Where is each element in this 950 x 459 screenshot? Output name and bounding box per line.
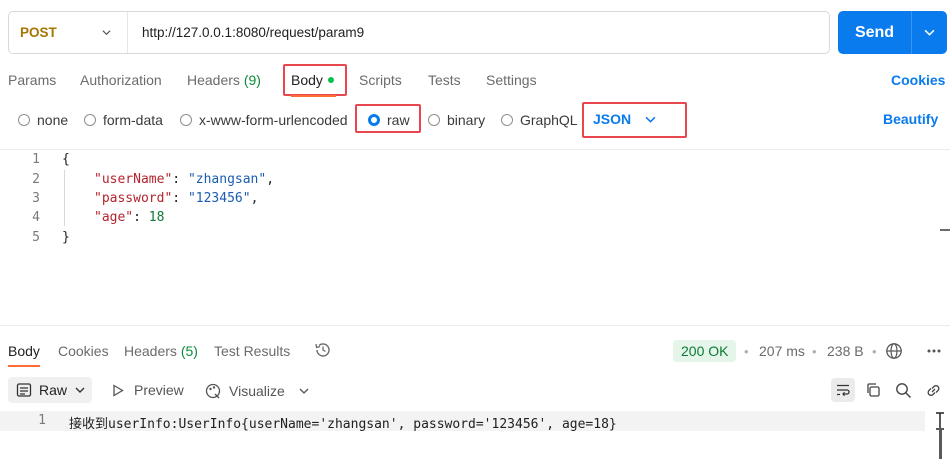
beautify-button[interactable]: Beautify [883, 111, 938, 127]
radio-circle-selected [368, 114, 380, 126]
tab-body[interactable]: Body [291, 72, 334, 90]
response-body-text[interactable]: 接收到userInfo:UserInfo{userName='zhangsan'… [69, 413, 617, 432]
cookies-link[interactable]: Cookies [891, 72, 945, 88]
radio-circle [18, 114, 30, 126]
response-tab-test-results[interactable]: Test Results [214, 343, 290, 359]
code-line: 4 "age": 18 [32, 210, 165, 225]
search-icon [895, 382, 911, 398]
copy-button[interactable] [861, 378, 885, 402]
globe-icon[interactable] [885, 342, 903, 363]
request-bar: POST http://127.0.0.1:8080/request/param… [8, 11, 830, 54]
copy-icon [867, 383, 880, 397]
radio-circle [84, 114, 96, 126]
history-icon[interactable] [314, 341, 332, 362]
status-badge[interactable]: 200 OK [673, 340, 737, 362]
method-label: POST [20, 25, 57, 40]
format-select[interactable]: JSON [593, 111, 656, 127]
response-time[interactable]: 207 ms [759, 343, 805, 359]
tab-params[interactable]: Params [8, 72, 56, 90]
headers-count: (9) [243, 72, 261, 88]
send-button[interactable]: Send [838, 11, 947, 54]
response-tab-body[interactable]: Body [8, 343, 40, 359]
response-headers-count: (5) [180, 343, 198, 359]
format-select-label: JSON [593, 111, 632, 127]
tab-tests[interactable]: Tests [428, 72, 461, 90]
link-icon [927, 384, 939, 396]
response-active-tab-underline [8, 365, 40, 367]
chevron-down-icon [102, 30, 111, 36]
radio-x-www-form-urlencoded[interactable]: x-www-form-urlencoded [180, 111, 348, 129]
visualize-button[interactable]: Visualize [204, 382, 309, 400]
indent-guide [64, 170, 65, 226]
meta-separator: • [812, 344, 817, 359]
radio-form-data[interactable]: form-data [84, 111, 163, 129]
chevron-down-icon [924, 29, 935, 36]
response-line-number: 1 [38, 413, 46, 428]
send-options-button[interactable] [912, 27, 947, 38]
view-mode-select[interactable]: Raw [8, 377, 92, 403]
visualize-icon [205, 383, 221, 399]
meta-separator: • [744, 344, 749, 359]
chevron-down-icon [299, 388, 309, 394]
raw-view-icon [16, 383, 32, 397]
link-button[interactable] [921, 378, 945, 402]
tab-headers[interactable]: Headers (9) [187, 72, 261, 90]
tab-settings[interactable]: Settings [486, 72, 537, 90]
response-tab-cookies[interactable]: Cookies [58, 343, 109, 359]
editor-scroll-marker[interactable] [940, 229, 950, 231]
wrap-lines-icon [837, 384, 850, 397]
radio-binary[interactable]: binary [428, 111, 485, 129]
radio-raw[interactable]: raw [368, 111, 410, 129]
meta-separator: • [872, 344, 877, 359]
response-size[interactable]: 238 B [827, 343, 864, 359]
play-icon [113, 383, 124, 397]
code-line: 1 { [32, 152, 70, 167]
send-label: Send [854, 23, 895, 41]
body-modified-dot [327, 77, 334, 83]
method-select[interactable]: POST [9, 12, 128, 53]
tab-scripts[interactable]: Scripts [359, 72, 402, 90]
preview-button[interactable]: Preview [112, 382, 184, 398]
code-line: 2 "userName": "zhangsan", [32, 172, 275, 187]
chevron-down-icon [645, 116, 656, 123]
radio-circle [428, 114, 440, 126]
wrap-lines-button[interactable] [831, 378, 855, 402]
tab-authorization[interactable]: Authorization [80, 72, 162, 90]
chevron-down-icon [75, 387, 85, 393]
url-input[interactable]: http://127.0.0.1:8080/request/param9 [142, 12, 364, 53]
code-line: 3 "password": "123456", [32, 191, 259, 206]
more-options-icon[interactable] [926, 343, 942, 362]
search-button[interactable] [891, 378, 915, 402]
radio-graphql[interactable]: GraphQL [501, 111, 578, 129]
radio-circle [501, 114, 513, 126]
view-mode-label: Raw [39, 382, 68, 398]
response-scrollbar[interactable] [939, 428, 942, 459]
code-line: 5 } [32, 230, 70, 245]
radio-circle [180, 114, 192, 126]
radio-none[interactable]: none [18, 111, 68, 129]
active-tab-underline [291, 95, 336, 97]
response-tab-headers[interactable]: Headers (5) [124, 343, 198, 359]
